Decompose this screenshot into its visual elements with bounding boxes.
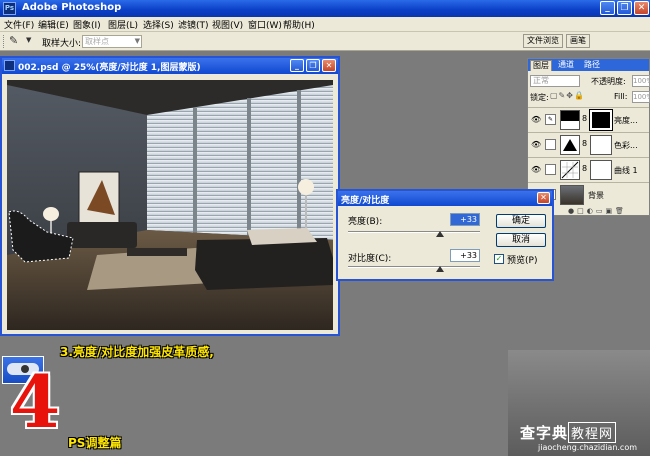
- cancel-button[interactable]: 取消: [496, 233, 546, 247]
- eye-icon[interactable]: 👁: [531, 115, 541, 124]
- opacity-label: 不透明度:: [591, 77, 626, 86]
- brightness-label: 亮度(B):: [348, 217, 383, 227]
- contrast-slider[interactable]: [348, 266, 480, 268]
- contrast-slider-thumb[interactable]: [436, 266, 445, 272]
- eye-icon[interactable]: 👁: [531, 140, 541, 149]
- watermark-url: jiaocheng.chazidian.com: [538, 443, 638, 452]
- step-caption: 3.亮度/对比度加强皮革质感,: [60, 345, 214, 359]
- layer-link-box[interactable]: [545, 164, 556, 175]
- color-balance-icon: [563, 139, 577, 151]
- menu-bar: 文件(F) 编辑(E) 图象(I) 图层(L) 选择(S) 滤镜(T) 视图(V…: [0, 17, 650, 32]
- brightness-field[interactable]: +33: [450, 213, 480, 226]
- layer-mask-thumbnail[interactable]: [590, 160, 612, 180]
- adjustment-icon: [560, 160, 580, 180]
- document-icon: [4, 60, 15, 71]
- restore-button[interactable]: ❐: [617, 1, 632, 15]
- contrast-label: 对比度(C):: [348, 254, 392, 264]
- eye-icon[interactable]: 👁: [531, 165, 541, 174]
- document-window: 002.psd @ 25%(亮度/对比度 1,图层蒙版) _ ❐ ✕: [0, 56, 340, 336]
- blend-mode-select[interactable]: 正常: [530, 75, 580, 87]
- lock-label: 锁定:: [530, 93, 549, 102]
- brush-icon[interactable]: ✎: [545, 114, 556, 125]
- fill-label: Fill:: [614, 92, 628, 101]
- sample-size-label: 取样大小:: [42, 39, 82, 49]
- options-bar: ✎ ▼ 取样大小: 取样点 ▼ 文件浏览 画笔: [0, 32, 650, 51]
- chain-icon[interactable]: 8: [582, 139, 587, 148]
- app-title-bar: Ps Adobe Photoshop _ ❐ ✕: [0, 0, 650, 17]
- layer-mask-thumbnail[interactable]: [590, 135, 612, 155]
- layer-name[interactable]: 色彩...: [614, 140, 638, 151]
- tab-paths[interactable]: 路径: [582, 60, 602, 71]
- dialog-close-button[interactable]: ✕: [537, 192, 550, 204]
- document-canvas[interactable]: [7, 80, 333, 330]
- menu-window[interactable]: 窗口(W): [248, 18, 282, 31]
- layer-name[interactable]: 背景: [588, 190, 604, 201]
- layer-row[interactable]: 👁 8 曲线 1: [528, 157, 649, 181]
- brightness-slider-thumb[interactable]: [436, 231, 445, 237]
- document-title-bar[interactable]: 002.psd @ 25%(亮度/对比度 1,图层蒙版) _ ❐ ✕: [2, 58, 338, 74]
- document-title: 002.psd @ 25%(亮度/对比度 1,图层蒙版): [18, 63, 201, 73]
- tab-layers[interactable]: 图层: [530, 60, 552, 71]
- document-close-button[interactable]: ✕: [322, 59, 336, 72]
- brightness-contrast-dialog: 亮度/对比度 ✕ 亮度(B): +33 对比度(C): +33 确定 取消 ✓ …: [336, 189, 554, 281]
- options-grip[interactable]: [3, 35, 6, 48]
- section-number: 4: [10, 359, 61, 444]
- lock-icons[interactable]: ▢✎✥🔒: [550, 91, 585, 100]
- layer-mask-thumbnail[interactable]: [589, 109, 613, 131]
- brightness-slider[interactable]: [348, 231, 480, 233]
- document-minimize-button[interactable]: _: [290, 59, 304, 72]
- chain-icon[interactable]: 8: [582, 114, 587, 123]
- document-restore-button[interactable]: ❐: [306, 59, 320, 72]
- layer-name[interactable]: 曲线 1: [614, 165, 638, 176]
- contrast-field[interactable]: +33: [450, 249, 480, 262]
- menu-layer[interactable]: 图层(L): [108, 18, 138, 31]
- sample-size-value: 取样点: [85, 37, 109, 46]
- dialog-title: 亮度/对比度: [341, 196, 390, 206]
- eyedropper-icon[interactable]: ✎: [9, 34, 18, 47]
- layer-thumbnail: [560, 110, 580, 130]
- layer-name[interactable]: 亮度...: [614, 115, 638, 126]
- ok-button[interactable]: 确定: [496, 214, 546, 228]
- chevron-down-icon: ▼: [134, 37, 140, 45]
- layer-link-box[interactable]: [545, 139, 556, 150]
- adjustment-icon: [560, 135, 580, 155]
- watermark-name: 查字典: [520, 424, 569, 442]
- section-caption: PS调整篇: [68, 436, 122, 450]
- layer-thumbnail: [560, 185, 584, 205]
- sample-size-select[interactable]: 取样点 ▼: [82, 35, 142, 48]
- fill-field[interactable]: 100%: [632, 91, 650, 103]
- minimize-button[interactable]: _: [600, 1, 615, 15]
- living-room-image: [7, 80, 333, 330]
- layer-row[interactable]: 👁 8 色彩...: [528, 132, 649, 156]
- watermark-box-text: 教程网: [568, 422, 617, 443]
- layers-panel-tabs: 图层 通道 路径: [528, 59, 649, 71]
- preview-checkbox[interactable]: ✓: [494, 254, 504, 264]
- menu-filter[interactable]: 滤镜(T): [178, 18, 209, 31]
- menu-help[interactable]: 帮助(H): [283, 18, 315, 31]
- close-button[interactable]: ✕: [634, 1, 649, 15]
- curves-icon: [561, 161, 579, 179]
- app-title: Adobe Photoshop: [22, 2, 122, 13]
- dialog-title-bar[interactable]: 亮度/对比度 ✕: [338, 191, 552, 206]
- menu-file[interactable]: 文件(F): [4, 18, 34, 31]
- layer-row[interactable]: 👁 ✎ 8 亮度...: [528, 107, 649, 131]
- tool-preset-dropdown-icon[interactable]: ▼: [26, 36, 31, 44]
- watermark-title: 查字典 教程网: [520, 422, 617, 443]
- tab-file-browser[interactable]: 文件浏览: [523, 34, 563, 48]
- preview-label: 预览(P): [507, 256, 538, 266]
- chain-icon[interactable]: 8: [582, 164, 587, 173]
- tab-brushes[interactable]: 画笔: [566, 34, 590, 48]
- menu-edit[interactable]: 编辑(E): [38, 18, 69, 31]
- tab-channels[interactable]: 通道: [556, 60, 576, 71]
- watermark: 查字典 教程网 jiaocheng.chazidian.com: [508, 350, 650, 456]
- menu-view[interactable]: 视图(V): [212, 18, 243, 31]
- opacity-field[interactable]: 100%: [632, 75, 650, 87]
- menu-select[interactable]: 选择(S): [143, 18, 174, 31]
- menu-image[interactable]: 图象(I): [73, 18, 101, 31]
- photoshop-app-icon[interactable]: Ps: [3, 2, 16, 15]
